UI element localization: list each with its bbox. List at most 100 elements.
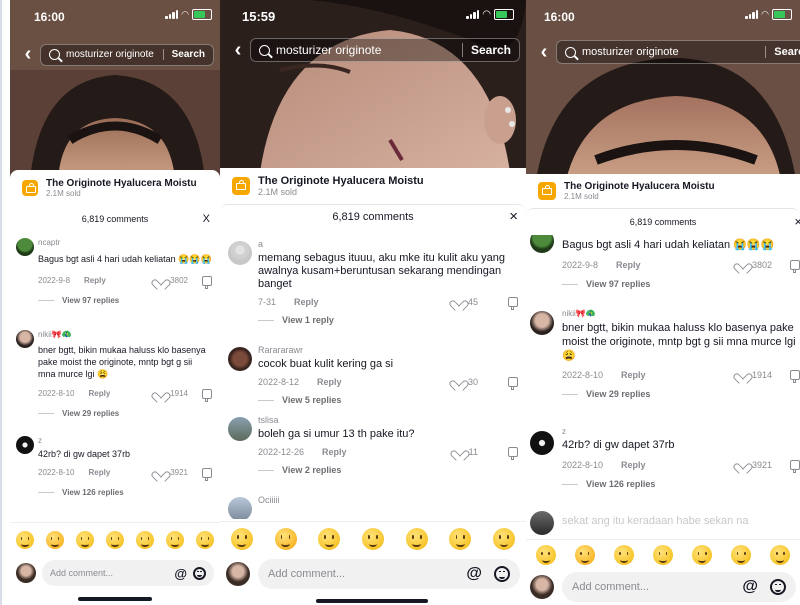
comment-username[interactable]: Rarararawr <box>258 345 518 355</box>
sweat-smile-emoji[interactable] <box>449 528 472 550</box>
reply-button[interactable]: Reply <box>88 389 110 398</box>
comment-item[interactable]: z 42rb? di gw dapet 37rb 2022-8-10 Reply… <box>526 421 800 505</box>
reply-button[interactable]: Reply <box>88 468 110 477</box>
smirk-emoji[interactable] <box>692 545 713 565</box>
comment-username[interactable]: z <box>38 436 212 445</box>
view-replies-button[interactable]: View 29 replies <box>38 409 212 418</box>
dislike-icon[interactable] <box>508 446 518 460</box>
heart-face-emoji[interactable] <box>574 545 595 565</box>
joy-emoji[interactable] <box>318 528 341 550</box>
search-button[interactable]: Search <box>162 49 205 60</box>
view-replies-button[interactable]: View 97 replies <box>38 296 212 305</box>
user-avatar[interactable] <box>16 436 34 454</box>
user-avatar[interactable] <box>228 497 252 519</box>
comment-username[interactable]: ncaptr <box>38 238 212 247</box>
close-button[interactable]: × <box>794 209 800 235</box>
user-avatar[interactable] <box>530 235 554 253</box>
product-card[interactable]: The Originote Hyalucera Moistu 2.1M sold <box>526 174 800 208</box>
dislike-icon[interactable] <box>202 467 212 481</box>
emoji-picker-icon[interactable] <box>770 579 786 595</box>
view-replies-button[interactable]: View 97 replies <box>562 279 800 289</box>
like-button[interactable]: 3802 <box>155 275 188 286</box>
heart-face-emoji[interactable] <box>46 531 64 549</box>
smirk-emoji[interactable] <box>405 528 428 550</box>
reply-button[interactable]: Reply <box>616 260 641 270</box>
comment-item[interactable]: Rarararawr cocok buat kulit kering ga si… <box>220 345 526 411</box>
like-button[interactable]: 30 <box>453 376 478 387</box>
back-arrow-icon[interactable]: ‹ <box>16 43 40 66</box>
product-card[interactable]: The Originote Hyalucera Moistu 2.1M sold <box>10 170 220 206</box>
sweat-smile-emoji[interactable] <box>166 531 184 549</box>
mention-button[interactable]: @ <box>466 565 482 583</box>
grinning-emoji[interactable] <box>535 545 556 565</box>
view-replies-button[interactable]: View 126 replies <box>38 488 212 497</box>
pleading-emoji[interactable] <box>770 545 791 565</box>
dislike-icon[interactable] <box>508 296 518 310</box>
like-button[interactable]: 11 <box>454 446 478 457</box>
user-avatar[interactable] <box>16 330 34 348</box>
reply-button[interactable]: Reply <box>322 447 347 457</box>
back-arrow-icon[interactable]: ‹ <box>532 41 556 64</box>
comment-item[interactable]: ncaptr Bagus bgt asli 4 hari udah keliat… <box>526 235 800 307</box>
user-avatar[interactable] <box>530 431 554 455</box>
reply-button[interactable]: Reply <box>317 377 342 387</box>
dislike-icon[interactable] <box>790 459 800 473</box>
comment-username[interactable]: z <box>562 427 800 436</box>
sweat-smile-emoji[interactable] <box>731 545 752 565</box>
flushed-emoji[interactable] <box>106 531 124 549</box>
product-card[interactable]: The Originote Hyalucera Moistu 2.1M sold <box>220 168 526 204</box>
search-input[interactable]: mosturizer originote Search <box>250 38 520 62</box>
like-button[interactable]: 45 <box>453 296 478 307</box>
emoji-picker-icon[interactable] <box>494 566 510 582</box>
search-button[interactable]: Search <box>461 43 511 57</box>
comment-username[interactable]: nikii🎀🦚 <box>38 330 212 339</box>
comment-item[interactable]: z 42rb? di gw dapet 37rb 2022-8-10 Reply… <box>10 434 220 516</box>
user-avatar[interactable] <box>228 417 252 441</box>
dislike-icon[interactable] <box>790 369 800 383</box>
view-replies-button[interactable]: View 1 reply <box>258 315 518 325</box>
close-button[interactable]: × <box>509 205 518 229</box>
user-avatar[interactable] <box>530 511 554 535</box>
dislike-icon[interactable] <box>508 376 518 390</box>
back-arrow-icon[interactable]: ‹ <box>226 39 250 62</box>
close-button[interactable]: X <box>203 208 210 230</box>
dislike-icon[interactable] <box>790 259 800 273</box>
reply-button[interactable]: Reply <box>294 297 319 307</box>
search-input[interactable]: mosturizer originote Search <box>40 43 214 66</box>
grinning-emoji[interactable] <box>230 528 253 550</box>
comment-item[interactable]: a memang sebagus ituuu, aku mke itu kuli… <box>220 239 526 345</box>
dislike-icon[interactable] <box>202 388 212 402</box>
pleading-emoji[interactable] <box>493 528 516 550</box>
comment-item[interactable]: Ociiiii <box>220 491 526 519</box>
view-replies-button[interactable]: View 2 replies <box>258 465 518 475</box>
reply-button[interactable]: Reply <box>621 370 646 380</box>
view-replies-button[interactable]: View 29 replies <box>562 389 800 399</box>
like-button[interactable]: 1914 <box>155 388 188 399</box>
pleading-emoji[interactable] <box>196 531 214 549</box>
comment-item[interactable]: ncaptr Bagus bgt asli 4 hari udah keliat… <box>10 236 220 328</box>
mention-button[interactable]: @ <box>742 578 758 596</box>
comment-username[interactable]: nikii🎀🦚 <box>562 309 800 318</box>
emoji-picker-icon[interactable] <box>193 566 206 580</box>
user-avatar[interactable] <box>228 241 252 265</box>
flushed-emoji[interactable] <box>652 545 673 565</box>
user-avatar[interactable] <box>16 238 34 256</box>
like-button[interactable]: 3802 <box>737 259 772 270</box>
comment-username[interactable]: Ociiiii <box>258 495 518 505</box>
comment-item[interactable]: nikii🎀🦚 bner bgtt, bikin mukaa haluss kl… <box>10 328 220 434</box>
reply-button[interactable]: Reply <box>84 276 106 285</box>
reply-button[interactable]: Reply <box>621 460 646 470</box>
view-replies-button[interactable]: View 126 replies <box>562 479 800 489</box>
view-replies-button[interactable]: View 5 replies <box>258 395 518 405</box>
add-comment-input[interactable]: Add comment... @ <box>258 559 520 589</box>
comment-username[interactable]: a <box>258 239 518 249</box>
like-button[interactable]: 1914 <box>737 369 772 380</box>
search-input[interactable]: mosturizer originote Search <box>556 40 800 64</box>
add-comment-input[interactable]: Add comment... @ <box>562 572 796 602</box>
my-avatar[interactable] <box>226 562 250 586</box>
user-avatar[interactable] <box>228 347 252 371</box>
my-avatar[interactable] <box>16 563 36 583</box>
add-comment-input[interactable]: Add comment... @ <box>42 560 214 586</box>
user-avatar[interactable] <box>530 311 554 335</box>
joy-emoji[interactable] <box>76 531 94 549</box>
